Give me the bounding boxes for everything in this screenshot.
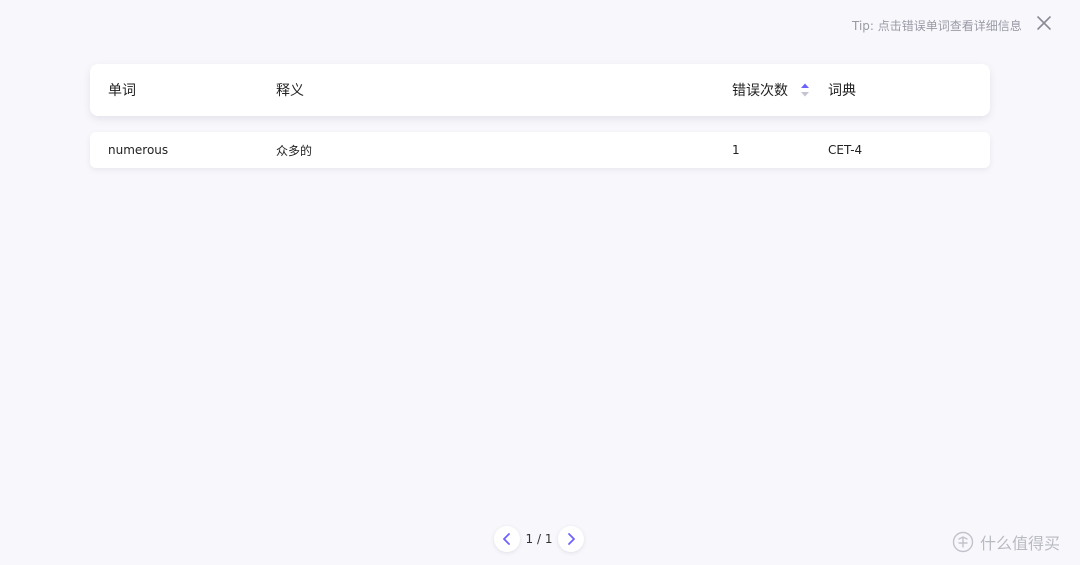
watermark-text: 什么值得买 <box>980 534 1061 553</box>
watermark: 什么值得买 <box>952 530 1060 554</box>
next-page-button[interactable] <box>558 526 584 552</box>
row-definition: 众多的 <box>276 143 313 158</box>
header-dictionary: 词典 <box>828 83 856 99</box>
table-row[interactable]: numerous 众多的 1 CET-4 <box>90 132 990 168</box>
pagination: 1 / 1 <box>494 526 586 552</box>
watermark-logo-icon <box>952 531 974 553</box>
sort-icon <box>801 83 809 97</box>
close-button[interactable] <box>1034 13 1054 33</box>
tip-text: Tip: 点击错误单词查看详细信息 <box>852 19 1022 33</box>
chevron-right-icon <box>568 533 575 545</box>
chevron-left-icon <box>503 533 510 545</box>
page-indicator: 1 / 1 <box>525 532 553 546</box>
close-icon <box>1037 16 1051 30</box>
header-word: 单词 <box>108 83 136 99</box>
header-error-count[interactable]: 错误次数 <box>732 64 810 116</box>
row-word: numerous <box>108 143 169 157</box>
table-header: 单词 释义 错误次数 词典 <box>90 64 990 116</box>
header-error-count-label: 错误次数 <box>732 83 788 99</box>
row-dictionary: CET-4 <box>828 143 863 157</box>
header-definition: 释义 <box>276 83 304 99</box>
row-error-count: 1 <box>732 143 740 157</box>
sort-button[interactable] <box>800 82 810 98</box>
prev-page-button[interactable] <box>494 526 520 552</box>
